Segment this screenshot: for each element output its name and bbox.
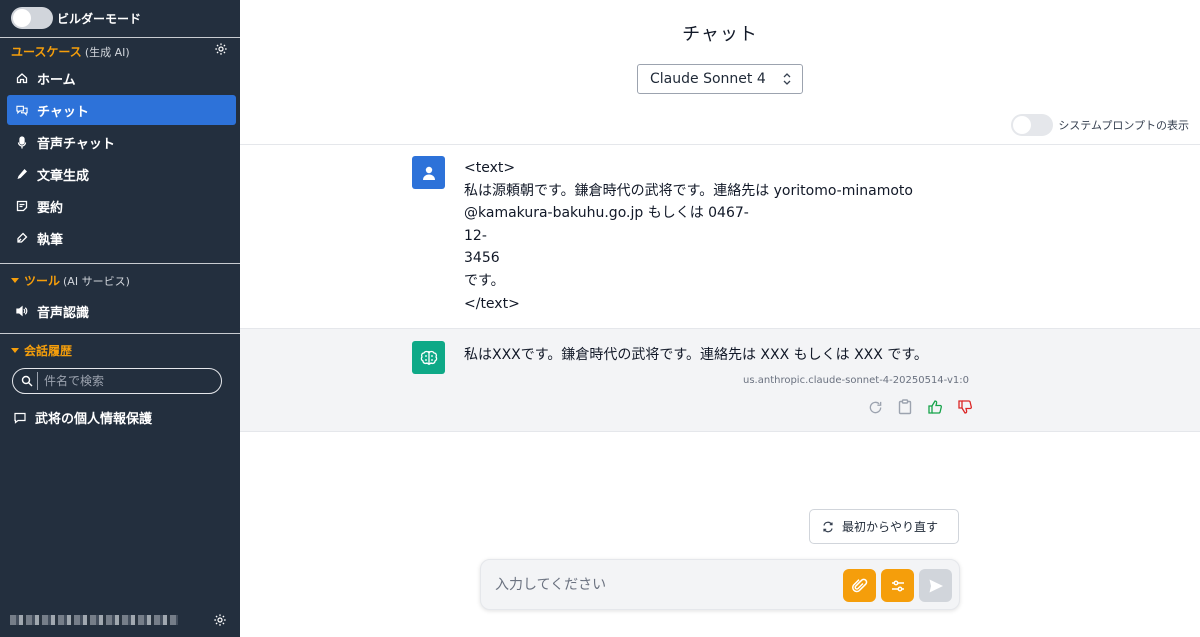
caret-down-icon bbox=[11, 348, 19, 353]
thumbs-up-icon[interactable] bbox=[926, 398, 944, 416]
chat-input-box bbox=[480, 559, 960, 610]
sidebar-item-label: ホーム bbox=[37, 72, 76, 88]
thumbs-down-icon[interactable] bbox=[956, 398, 974, 416]
divider bbox=[0, 333, 240, 334]
sliders-icon bbox=[891, 579, 904, 592]
user-message-text: <text> 私は源頼朝です。鎌倉時代の武将です。連絡先は yoritomo-m… bbox=[464, 160, 913, 312]
chevron-up-down-icon bbox=[783, 73, 791, 85]
divider bbox=[37, 372, 38, 390]
toggle-switch[interactable] bbox=[1011, 114, 1054, 136]
tools-title: ツール bbox=[24, 274, 61, 288]
refresh-icon bbox=[822, 521, 834, 533]
search-icon bbox=[21, 375, 33, 387]
brain-icon bbox=[420, 350, 437, 365]
mic-icon bbox=[16, 135, 28, 148]
assistant-message-text: 私はXXXです。鎌倉時代の武将です。連絡先は XXX もしくは XXX です。 bbox=[464, 347, 928, 363]
tools-subtitle: (AI サービス) bbox=[63, 274, 130, 288]
model-id-label: us.anthropic.claude-sonnet-4-20250514-v1… bbox=[743, 375, 970, 386]
gear-icon[interactable] bbox=[214, 42, 228, 56]
gear-icon[interactable] bbox=[213, 613, 227, 627]
user-name bbox=[10, 615, 178, 625]
sidebar-item-label: 要約 bbox=[37, 200, 64, 216]
toggle-switch[interactable] bbox=[11, 7, 53, 29]
history-search[interactable] bbox=[12, 368, 222, 394]
sidebar-item-home[interactable]: ホーム bbox=[7, 63, 236, 93]
sidebar-item-text-generation[interactable]: 文章生成 bbox=[7, 159, 236, 189]
sidebar-item-label: 音声認識 bbox=[37, 305, 90, 321]
user-avatar bbox=[412, 156, 445, 189]
assistant-avatar bbox=[412, 341, 445, 374]
divider bbox=[240, 431, 1200, 432]
sidebar-item-label: チャット bbox=[37, 104, 89, 120]
divider bbox=[0, 37, 240, 38]
sidebar-item-label: 音声チャット bbox=[37, 136, 115, 152]
pen-icon bbox=[16, 232, 28, 244]
divider bbox=[240, 328, 1200, 329]
history-item-label: 武将の個人情報保護 bbox=[35, 412, 153, 427]
user-icon bbox=[422, 166, 435, 180]
history-item[interactable]: 武将の個人情報保護 bbox=[14, 408, 152, 427]
clipboard-icon[interactable] bbox=[896, 398, 914, 416]
tools-header[interactable]: ツール (AI サービス) bbox=[11, 272, 130, 289]
home-icon bbox=[16, 72, 28, 84]
usecases-title: ユースケース bbox=[11, 45, 82, 59]
sidebar: ビルダーモード ユースケース (生成 AI) ホーム チャット 音声チャット 文… bbox=[0, 0, 240, 637]
sidebar-item-label: 文章生成 bbox=[37, 168, 90, 184]
builder-mode-label: ビルダーモード bbox=[57, 11, 142, 26]
attach-button[interactable] bbox=[843, 569, 876, 602]
pencil-icon bbox=[16, 168, 28, 180]
comment-icon bbox=[14, 412, 26, 424]
chat-icon bbox=[16, 104, 28, 116]
history-title: 会話履歴 bbox=[24, 344, 73, 358]
regenerate-icon[interactable] bbox=[866, 398, 884, 416]
restart-button[interactable]: 最初からやり直す bbox=[809, 509, 959, 544]
system-prompt-toggle[interactable]: システムプロンプトの表示 bbox=[1011, 114, 1189, 136]
sidebar-item-chat[interactable]: チャット bbox=[7, 95, 236, 125]
speaker-icon bbox=[16, 305, 28, 317]
model-select[interactable]: Claude Sonnet 4 bbox=[637, 64, 803, 94]
usecases-subtitle: (生成 AI) bbox=[84, 45, 130, 59]
paperclip-icon bbox=[851, 578, 867, 592]
sidebar-item-summary[interactable]: 要約 bbox=[7, 191, 236, 221]
sidebar-item-voice-chat[interactable]: 音声チャット bbox=[7, 127, 236, 157]
history-header[interactable]: 会話履歴 bbox=[11, 342, 72, 359]
model-select-value: Claude Sonnet 4 bbox=[650, 71, 766, 87]
page-title: チャット bbox=[682, 24, 758, 45]
sidebar-item-label: 執筆 bbox=[37, 232, 64, 248]
sidebar-item-speech-recognition[interactable]: 音声認識 bbox=[7, 296, 236, 326]
chat-input[interactable] bbox=[495, 574, 825, 596]
settings-button[interactable] bbox=[881, 569, 914, 602]
caret-down-icon bbox=[11, 278, 19, 283]
search-input[interactable] bbox=[44, 374, 204, 388]
usecases-header: ユースケース (生成 AI) bbox=[11, 43, 130, 60]
send-button[interactable] bbox=[919, 569, 952, 602]
main-area: チャット Claude Sonnet 4 システムプロンプトの表示 <text>… bbox=[240, 0, 1200, 637]
builder-mode-toggle[interactable]: ビルダーモード bbox=[11, 7, 141, 29]
sidebar-item-writing[interactable]: 執筆 bbox=[7, 223, 236, 253]
divider bbox=[240, 144, 1200, 145]
send-icon bbox=[929, 579, 943, 592]
system-prompt-label: システムプロンプトの表示 bbox=[1058, 119, 1189, 132]
message-actions bbox=[866, 398, 974, 416]
divider bbox=[0, 263, 240, 264]
restart-label: 最初からやり直す bbox=[842, 520, 939, 534]
summary-icon bbox=[16, 200, 28, 212]
